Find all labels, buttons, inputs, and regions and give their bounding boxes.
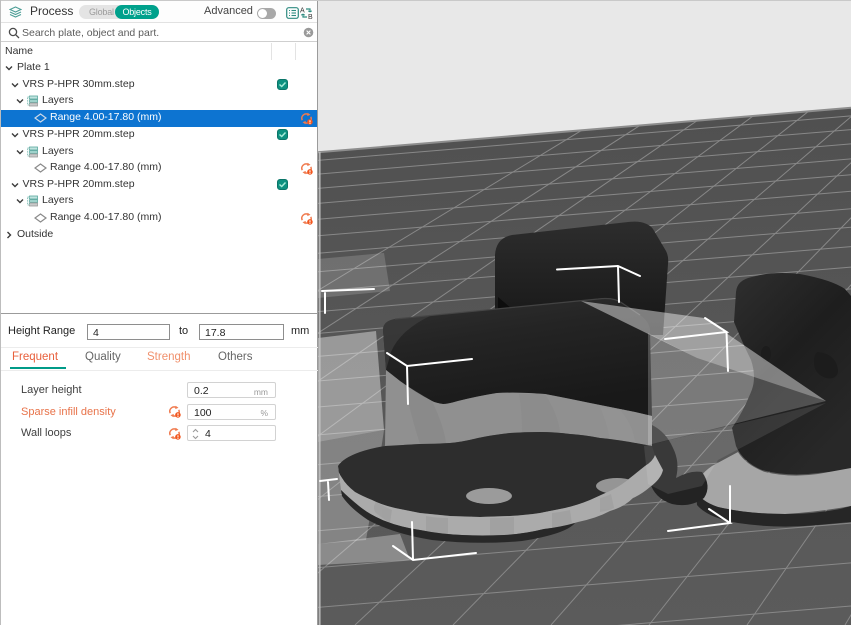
svg-text:A: A [300, 8, 305, 15]
svg-text:B: B [308, 14, 313, 20]
